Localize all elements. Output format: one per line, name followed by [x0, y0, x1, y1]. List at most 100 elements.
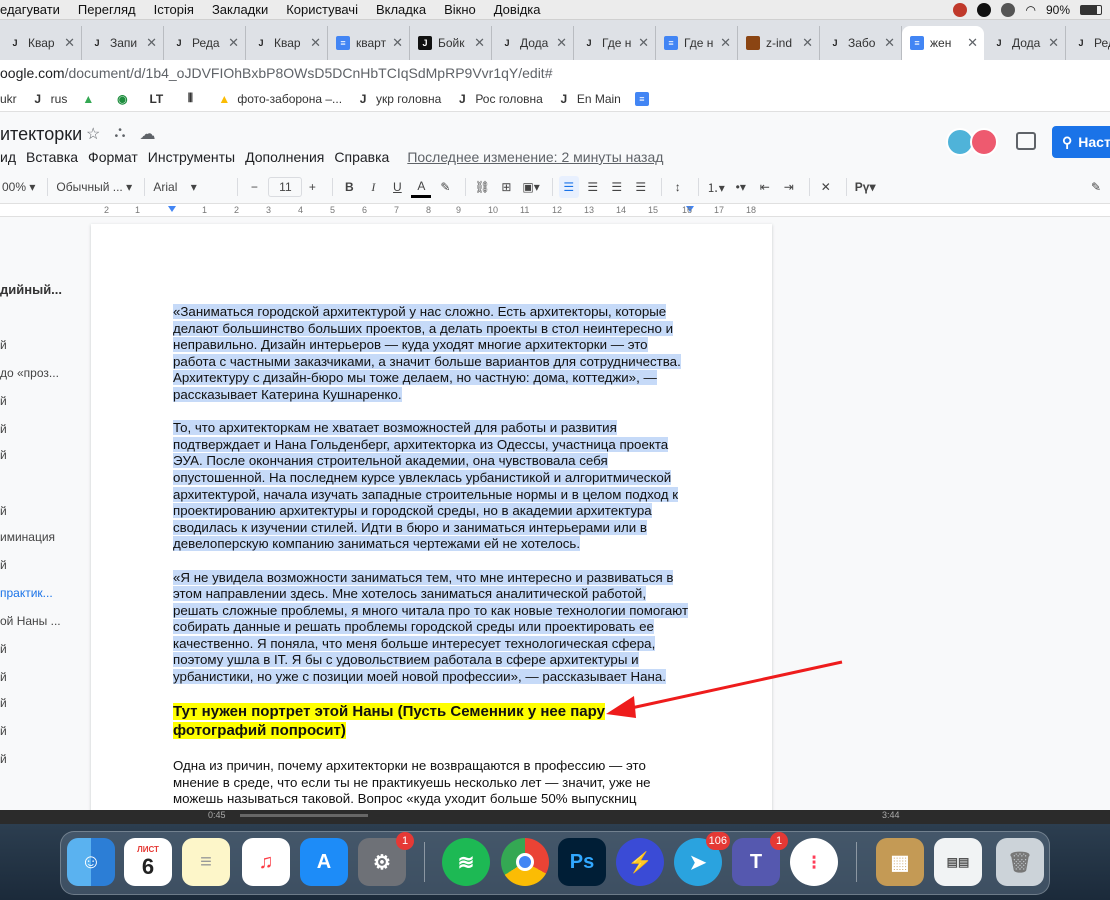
insert-comment-icon[interactable]: ⊞ — [496, 176, 516, 198]
text-color-icon[interactable]: A — [411, 176, 432, 198]
bookmark-en-main[interactable]: J En Main — [557, 92, 620, 106]
wifi-icon[interactable]: ◠ — [1025, 3, 1035, 17]
align-right-icon[interactable]: ☰ — [607, 176, 627, 198]
outline-item[interactable]: й — [0, 670, 90, 684]
italic-icon[interactable]: I — [363, 176, 383, 198]
tab[interactable]: ≡ Где н ✕ — [656, 26, 738, 60]
bookmark-audio[interactable]: ⦀ — [183, 91, 203, 106]
close-icon[interactable]: ✕ — [967, 35, 978, 51]
outline-item[interactable]: иминация — [0, 530, 90, 544]
indent-marker[interactable] — [168, 206, 176, 212]
battery-icon[interactable] — [1080, 4, 1102, 15]
avatar[interactable] — [970, 128, 998, 156]
align-justify-icon[interactable]: ☰ — [631, 176, 651, 198]
tab[interactable]: J Дода ✕ — [984, 26, 1066, 60]
menu-window[interactable]: Вікно — [435, 2, 485, 17]
share-button[interactable]: ⚲ Наст — [1052, 126, 1110, 158]
document-page[interactable]: «Заниматься городской архитектурой у нас… — [91, 224, 772, 824]
input-tools-icon[interactable]: Рү▾ — [853, 176, 878, 198]
photoshop-icon[interactable]: Ps — [558, 838, 606, 886]
tab[interactable]: J Забо ✕ — [820, 26, 902, 60]
clear-formatting-icon[interactable]: ✕ — [816, 176, 836, 198]
tab[interactable]: J Дода ✕ — [492, 26, 574, 60]
tab[interactable]: JРеда✕ — [164, 26, 246, 60]
menu-history[interactable]: Історія — [145, 2, 203, 17]
outline-item[interactable]: й — [0, 558, 90, 572]
align-left-icon[interactable]: ☰ — [558, 176, 579, 198]
telegram-icon[interactable]: ➤ 106 — [674, 832, 730, 886]
outline-item[interactable]: й — [0, 448, 90, 462]
tab-active[interactable]: ≡ жен ✕ — [902, 26, 984, 60]
creative-cloud-tray-icon[interactable] — [1001, 2, 1016, 17]
close-icon[interactable]: ✕ — [556, 35, 567, 51]
close-icon[interactable]: ✕ — [802, 35, 813, 51]
menu-tab[interactable]: Вкладка — [367, 2, 435, 17]
tab[interactable]: ≡ кварт ✕ — [328, 26, 410, 60]
notes-icon[interactable]: ≡ — [182, 838, 230, 886]
spotify-icon[interactable]: ≋ — [442, 838, 490, 886]
outline-item[interactable]: й — [0, 338, 90, 352]
close-icon[interactable]: ✕ — [1048, 35, 1059, 51]
bookmark-ukr[interactable]: ukr — [0, 92, 17, 106]
zoom-select[interactable]: 00% ▾ — [0, 176, 37, 198]
bookmark-docs[interactable]: ≡ — [634, 91, 655, 106]
menu-addons[interactable]: Дополнения — [245, 149, 324, 165]
bookmark-ukr-main[interactable]: Jукр головна — [356, 92, 442, 106]
menu-insert[interactable]: Вставка — [26, 149, 78, 165]
outline-item[interactable]: й — [0, 504, 90, 518]
underline-icon[interactable]: U — [387, 176, 407, 198]
paragraph[interactable]: «Заниматься городской архитектурой у нас… — [173, 304, 693, 404]
outline-item[interactable]: й — [0, 422, 90, 436]
bookmark-rus[interactable]: Jrus — [31, 92, 67, 106]
outline-item[interactable]: й — [0, 696, 90, 710]
close-icon[interactable]: ✕ — [228, 35, 239, 51]
bulleted-list-icon[interactable]: •▾ — [731, 176, 751, 198]
outline-item-active[interactable]: практик... — [0, 586, 90, 600]
menu-bookmarks[interactable]: Закладки — [203, 2, 277, 17]
font-size-decrease[interactable]: − — [244, 176, 264, 198]
menu-help[interactable]: Довідка — [485, 2, 550, 17]
font-size-increase[interactable]: + — [302, 176, 322, 198]
last-edit-link[interactable]: Последнее изменение: 2 минуты назад — [407, 149, 663, 165]
align-center-icon[interactable]: ☰ — [583, 176, 603, 198]
bolt-tray-icon[interactable] — [977, 2, 992, 17]
close-icon[interactable]: ✕ — [638, 35, 649, 51]
close-icon[interactable]: ✕ — [884, 35, 895, 51]
system-preferences-icon[interactable]: ⚙ 1 — [358, 832, 414, 886]
increase-indent-icon[interactable]: ⇥ — [779, 176, 799, 198]
font-select[interactable]: Arial ▾ — [151, 176, 227, 198]
cloud-icon[interactable]: ☁ — [140, 124, 156, 144]
bold-icon[interactable]: B — [339, 176, 359, 198]
chrome-icon[interactable] — [501, 838, 549, 886]
outline-item[interactable]: й — [0, 642, 90, 656]
tab[interactable]: J Квар ✕ — [0, 26, 82, 60]
close-icon[interactable]: ✕ — [392, 35, 403, 51]
outline-item[interactable]: дийный... — [0, 282, 90, 297]
menu-view[interactable]: Перегляд — [69, 2, 145, 17]
outline-item[interactable]: до «проз... — [0, 366, 90, 380]
star-icon[interactable]: ☆ — [86, 124, 100, 144]
line-spacing-icon[interactable]: ↕ — [668, 176, 688, 198]
decrease-indent-icon[interactable]: ⇤ — [755, 176, 775, 198]
calendar-icon[interactable]: ЛИСТ 6 — [124, 838, 172, 886]
style-select[interactable]: Обычный ... ▾ — [54, 176, 134, 198]
address-bar[interactable]: oogle.com/document/d/1b4_oJDVFIOhBxbP8OW… — [0, 60, 1110, 86]
lightning-app-icon[interactable]: ⚡ — [616, 838, 664, 886]
comment-icon[interactable] — [1016, 132, 1036, 150]
document-body[interactable]: «Заниматься городской архитектурой у нас… — [173, 304, 693, 841]
menu-view[interactable]: ид — [0, 149, 16, 165]
document-title[interactable]: итекторки — [0, 124, 82, 145]
tab[interactable]: JРеда✕ — [1066, 26, 1110, 60]
bookmark-rus-main[interactable]: J Рос головна — [455, 92, 543, 106]
teams-icon[interactable]: T1 — [732, 832, 788, 886]
close-icon[interactable]: ✕ — [146, 35, 157, 51]
tab[interactable]: z-ind ✕ — [738, 26, 820, 60]
archive-icon[interactable]: ▦ — [876, 838, 924, 886]
ruler[interactable]: 2 1 1 2 3 4 5 6 7 8 9 10 11 12 13 14 15 … — [0, 203, 1110, 217]
downloads-stack-icon[interactable]: ▤▤ — [934, 838, 982, 886]
move-icon[interactable]: ⛬ — [114, 124, 125, 144]
battery-percent[interactable]: 90% — [1046, 3, 1070, 17]
menu-format[interactable]: Формат — [88, 149, 138, 165]
outline-item[interactable]: ой Наны ... — [0, 614, 90, 628]
bookmark-photo[interactable]: ▲ фото-заборона –... — [217, 92, 342, 106]
